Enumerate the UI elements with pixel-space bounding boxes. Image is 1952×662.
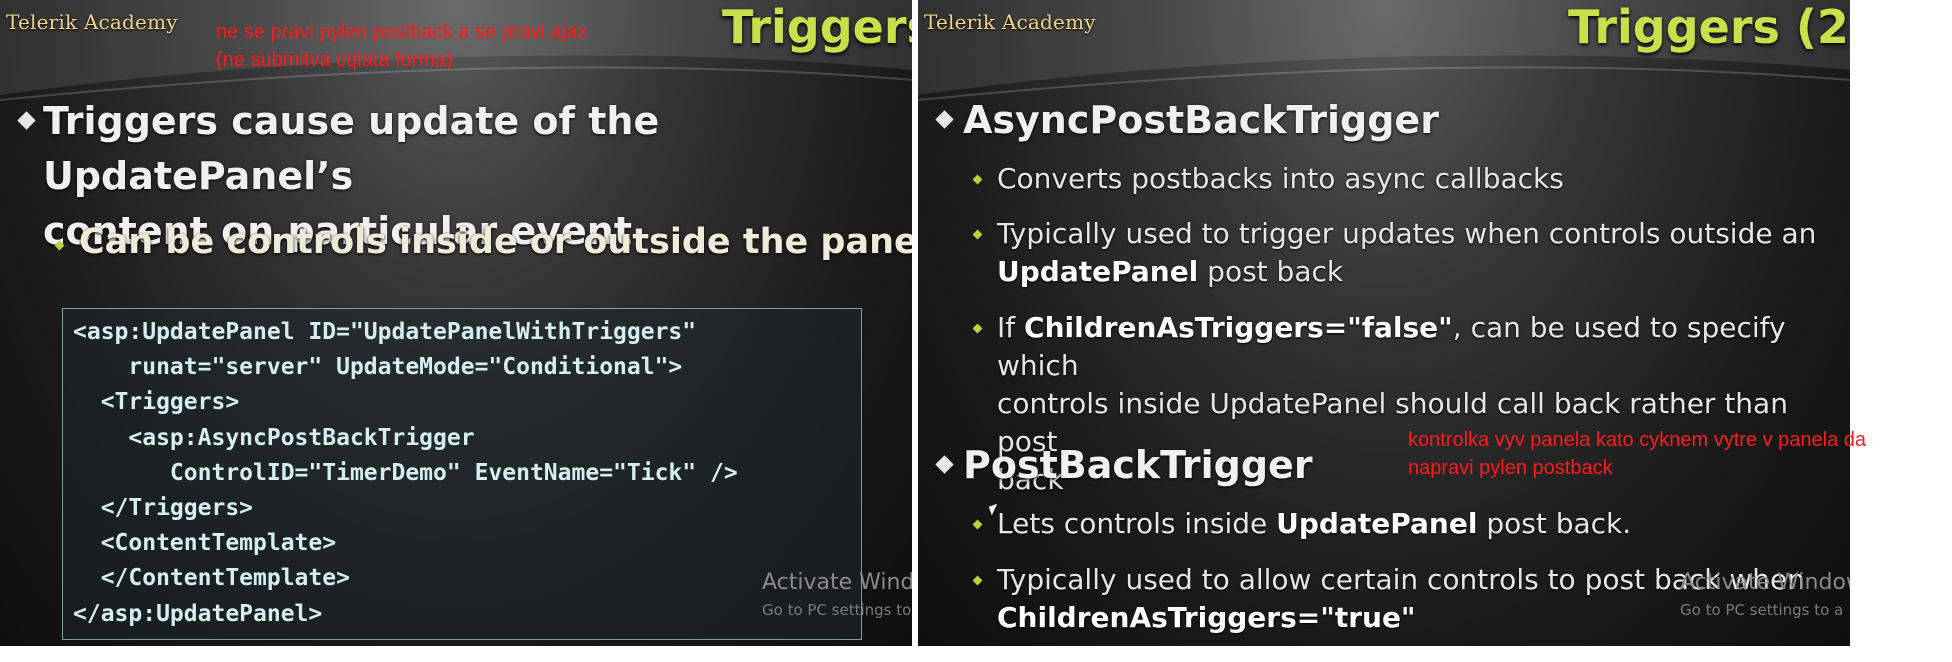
note-line: (ne submitva cqlata forma) [216, 49, 453, 71]
code-term: UpdatePanel [43, 154, 317, 198]
code-line: ControlID="TimerDemo" EventName="Tick" /… [73, 459, 738, 486]
sub-bullet-text: Typically used to trigger updates when c… [997, 217, 1817, 288]
slide-title: Triggers [722, 0, 912, 54]
sub-bullet: Can be controls inside or outside the pa… [54, 222, 912, 262]
sub-bullet-icon [972, 575, 983, 586]
sub-bullet-icon [54, 240, 65, 251]
code-sample-box: <asp:UpdatePanel ID="UpdatePanelWithTrig… [62, 308, 862, 640]
section-async-postback-trigger: AsyncPostBackTrigger [935, 96, 1439, 144]
note-line: ne se pravi pylen postback a se pravi aj… [216, 21, 588, 43]
sub-bullet-text: Converts postbacks into async callbacks [997, 162, 1564, 195]
section-heading: PostBackTrigger [963, 443, 1313, 487]
bullet-diamond-icon [935, 110, 954, 129]
code-line: </asp:UpdatePanel> [73, 600, 323, 627]
code-line: runat="server" UpdateMode="Conditional"> [73, 354, 683, 381]
telerik-academy-logo: Telerik Academy [6, 10, 178, 34]
code-line: </ContentTemplate> [73, 565, 350, 592]
sub-bullet-icon [972, 174, 983, 185]
activate-windows-subtext: Go to PC settings to [762, 601, 912, 619]
sub-bullet-text: Can be controls inside or outside the pa… [79, 222, 912, 262]
code-line: <Triggers> [73, 389, 240, 416]
activate-windows-subtext: Go to PC settings to a [1680, 601, 1844, 619]
sub-bullet: Converts postbacks into async callbacks [972, 160, 1564, 198]
activate-windows-watermark: Activate Window [1680, 570, 1850, 595]
sub-bullet-icon [972, 519, 983, 530]
sub-bullet: Typically used to trigger updates when c… [972, 215, 1817, 291]
section-postback-trigger: PostBackTrigger [935, 441, 1313, 489]
right-slide: Telerik Academy Triggers (2) AsyncPostBa… [918, 0, 1850, 646]
activate-windows-watermark: Activate Windo [762, 570, 912, 595]
bullet-diamond-icon [935, 455, 954, 474]
handwritten-note: ne se pravi pylen postback a se pravi aj… [216, 18, 587, 74]
sub-bullet-text: Lets controls inside UpdatePanel post ba… [997, 507, 1632, 540]
code-line: </Triggers> [73, 495, 254, 522]
code-line: <ContentTemplate> [73, 530, 337, 557]
code-line: <asp:AsyncPostBackTrigger [73, 424, 475, 451]
slide-title: Triggers (2) [1568, 0, 1850, 54]
handwritten-note: kontrolka vyv panela kato cyknem vytre v… [1408, 426, 1866, 482]
note-line: napravi pylen postback [1408, 457, 1613, 479]
bullet-diamond-icon [17, 111, 36, 130]
left-slide: Telerik Academy Triggers ne se pravi pyl… [0, 0, 912, 646]
telerik-academy-logo: Telerik Academy [924, 10, 1096, 34]
sub-bullet-icon [972, 229, 983, 240]
sub-bullet: Lets controls inside UpdatePanel post ba… [972, 505, 1632, 543]
sub-bullet-icon [972, 323, 983, 334]
code-line: <asp:UpdatePanel ID="UpdatePanelWithTrig… [73, 319, 697, 345]
section-heading: AsyncPostBackTrigger [963, 98, 1439, 142]
note-line: kontrolka vyv panela kato cyknem vytre v… [1408, 429, 1867, 451]
